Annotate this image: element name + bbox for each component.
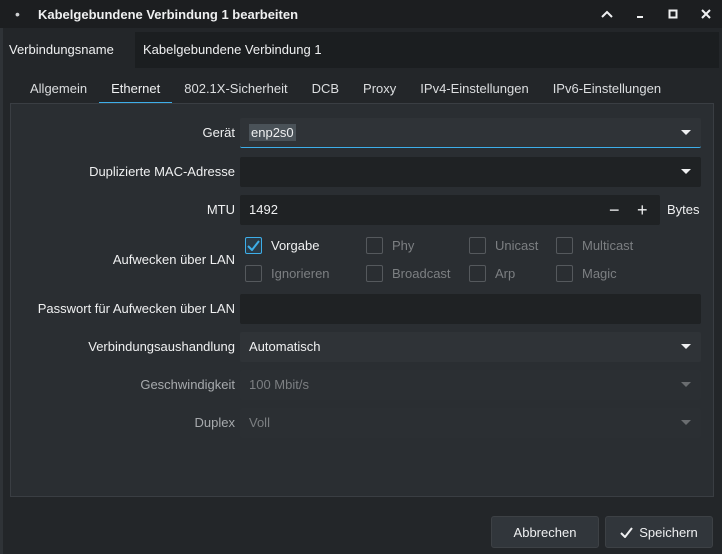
mtu-spinbox[interactable]: 1492 − + xyxy=(240,195,660,225)
ethernet-settings-panel: Gerät enp2s0 Duplizierte MAC-Adresse MTU… xyxy=(10,103,714,497)
maximize-icon[interactable] xyxy=(656,0,689,28)
device-value: enp2s0 xyxy=(249,124,296,141)
tab-ipv4-settings[interactable]: IPv4-Einstellungen xyxy=(408,76,540,104)
tab-ipv6-settings[interactable]: IPv6-Einstellungen xyxy=(541,76,673,104)
wol-option-multicast[interactable]: Multicast xyxy=(556,235,633,255)
tab-proxy[interactable]: Proxy xyxy=(351,76,408,104)
device-combobox[interactable]: enp2s0 xyxy=(240,118,701,148)
chevron-down-icon xyxy=(681,169,691,174)
duplex-value: Voll xyxy=(249,415,270,430)
wol-option-broadcast[interactable]: Broadcast xyxy=(366,263,451,283)
close-icon[interactable] xyxy=(689,0,722,28)
connection-name-row: Verbindungsname Kabelgebundene Verbindun… xyxy=(3,32,722,68)
wol-password-input[interactable] xyxy=(240,294,701,324)
window-controls xyxy=(590,0,722,28)
checkbox-icon xyxy=(469,236,486,254)
check-icon xyxy=(620,526,634,538)
window-menu-icon[interactable]: • xyxy=(15,6,29,22)
checkbox-icon xyxy=(366,236,383,254)
save-button[interactable]: Speichern xyxy=(605,516,713,548)
chevron-down-icon xyxy=(681,344,691,349)
plus-icon[interactable]: + xyxy=(637,201,648,219)
duplex-label: Duplex xyxy=(194,415,235,430)
checkbox-icon xyxy=(556,236,573,254)
chevron-down-icon xyxy=(681,130,691,135)
wol-option-magic[interactable]: Magic xyxy=(556,263,617,283)
checkbox-checked-icon xyxy=(245,236,262,254)
mtu-units: Bytes xyxy=(667,202,700,217)
wol-option-ignorieren[interactable]: Ignorieren xyxy=(245,263,330,283)
chevron-down-icon xyxy=(681,420,691,425)
tab-allgemein[interactable]: Allgemein xyxy=(18,76,99,104)
checkbox-icon xyxy=(366,264,383,282)
checkbox-icon xyxy=(469,264,486,282)
title-bar: • Kabelgebundene Verbindung 1 bearbeiten xyxy=(0,0,722,28)
device-label: Gerät xyxy=(202,125,235,140)
negotiation-label: Verbindungsaushandlung xyxy=(88,339,235,354)
tab-8021x-security[interactable]: 802.1X-Sicherheit xyxy=(172,76,299,104)
wol-option-unicast[interactable]: Unicast xyxy=(469,235,538,255)
minimize-icon[interactable] xyxy=(623,0,656,28)
wol-option-vorgabe[interactable]: Vorgabe xyxy=(245,235,319,255)
checkbox-icon xyxy=(245,264,262,282)
wol-label: Aufwecken über LAN xyxy=(112,252,235,267)
chevron-down-icon xyxy=(681,382,691,387)
wol-option-arp[interactable]: Arp xyxy=(469,263,515,283)
tab-bar: Allgemein Ethernet 802.1X-Sicherheit DCB… xyxy=(18,76,673,104)
duplex-combobox: Voll xyxy=(240,408,701,438)
window-edge xyxy=(0,28,3,554)
minus-icon[interactable]: − xyxy=(609,201,620,219)
tab-ethernet[interactable]: Ethernet xyxy=(99,76,173,104)
mtu-value: 1492 xyxy=(249,202,278,217)
mac-combobox[interactable] xyxy=(240,157,701,187)
wol-password-label: Passwort für Aufwecken über LAN xyxy=(37,301,235,316)
chevron-up-icon[interactable] xyxy=(590,0,623,28)
cancel-button[interactable]: Abbrechen xyxy=(491,516,599,548)
checkbox-icon xyxy=(556,264,573,282)
speed-label: Geschwindigkeit xyxy=(140,377,235,392)
negotiation-combobox[interactable]: Automatisch xyxy=(240,332,701,362)
negotiation-value: Automatisch xyxy=(249,339,321,354)
wol-option-phy[interactable]: Phy xyxy=(366,235,414,255)
speed-combobox: 100 Mbit/s xyxy=(240,370,701,400)
mac-label: Duplizierte MAC-Adresse xyxy=(89,164,235,179)
connection-name-input[interactable]: Kabelgebundene Verbindung 1 xyxy=(135,32,719,68)
window-title: Kabelgebundene Verbindung 1 bearbeiten xyxy=(38,6,299,22)
connection-name-label: Verbindungsname xyxy=(9,42,114,57)
mtu-label: MTU xyxy=(206,202,235,217)
speed-value: 100 Mbit/s xyxy=(249,377,309,392)
tab-dcb[interactable]: DCB xyxy=(300,76,351,104)
